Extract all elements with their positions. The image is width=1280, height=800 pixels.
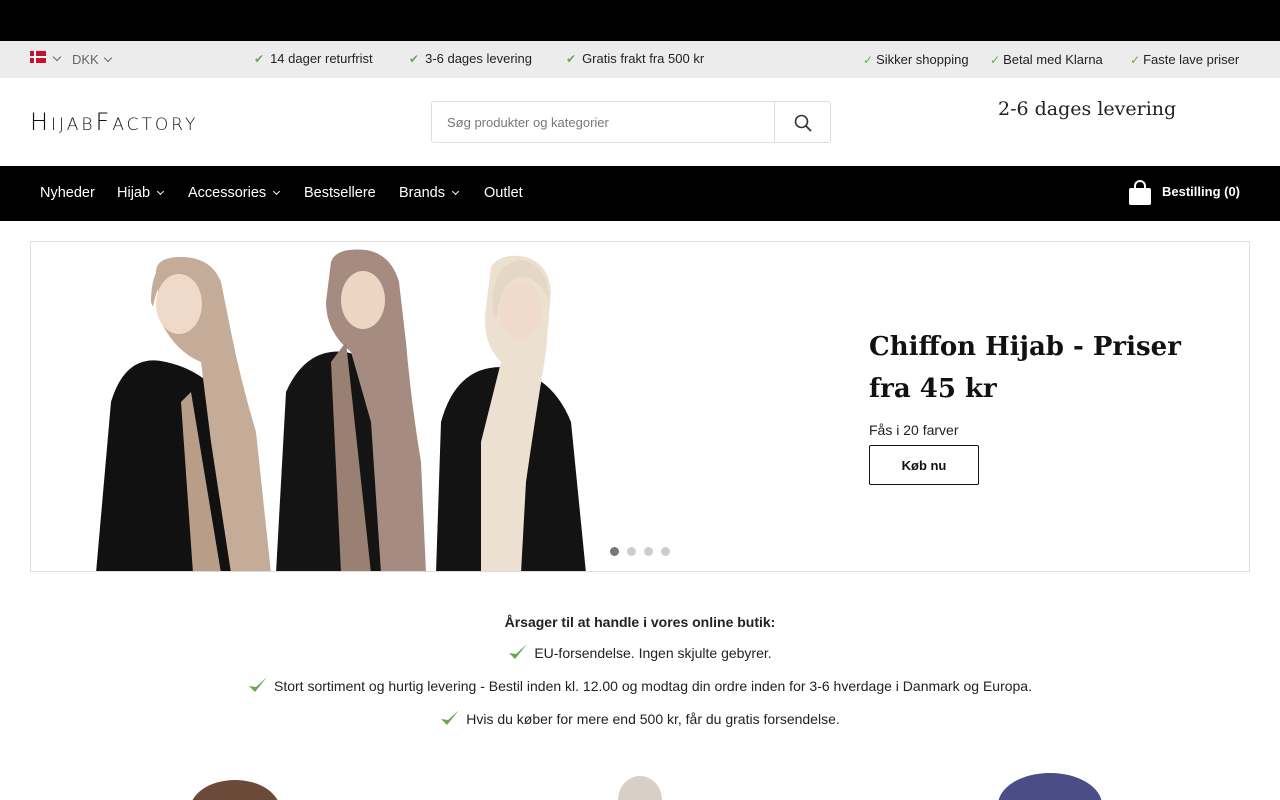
cart-label[interactable]: Bestilling (0) (1162, 184, 1240, 199)
reason-item: Stort sortiment og hurtig levering - Bes… (0, 675, 1280, 708)
check-icon (249, 677, 267, 693)
buy-now-button[interactable]: Køb nu (869, 445, 979, 485)
hero-subtitle: Fås i 20 farver (869, 422, 959, 438)
usp-delivery: ✔ 3-6 dages levering (409, 51, 533, 66)
check-icon: ✓ (1130, 53, 1141, 67)
nav-item-hijab[interactable]: Hijab (117, 185, 165, 201)
site-logo[interactable]: HijabFactory (30, 108, 198, 136)
reason-item: EU-forsendelse. Ingen skjulte gebyrer. (0, 642, 1280, 675)
search-button[interactable] (774, 102, 830, 142)
reason-item: Hvis du køber for mere end 500 kr, får d… (0, 708, 1280, 741)
chevron-down-icon (273, 187, 281, 196)
search-input[interactable] (432, 102, 775, 142)
nav-item-outlet[interactable]: Outlet (484, 185, 523, 201)
logo-text: HijabFactory (30, 108, 199, 136)
usp-klarna: ✓ Betal med Klarna (990, 52, 1103, 67)
search-bar (431, 101, 831, 143)
shopping-bag-icon (1129, 180, 1151, 205)
slider-dot[interactable] (610, 547, 619, 556)
top-black-bar (0, 0, 1280, 41)
check-icon: ✓ (863, 53, 874, 67)
slider-dot[interactable] (661, 547, 670, 556)
usp-low-prices: ✓ Faste lave priser (1130, 52, 1240, 67)
site-header: HijabFactory 2-6 dages levering (0, 78, 1280, 166)
currency-selector[interactable]: DKK (72, 52, 99, 67)
denmark-flag-icon[interactable] (30, 51, 46, 63)
nav-item-nyheder[interactable]: Nyheder (40, 185, 95, 201)
usp-secure-shopping: ✓ Sikker shopping (863, 52, 969, 67)
check-icon (441, 710, 460, 726)
chevron-down-icon[interactable] (103, 53, 113, 63)
hero-title: Chiffon Hijab - Priser fra 45 kr (869, 332, 1181, 404)
nav-item-bestsellere[interactable]: Bestsellere (304, 185, 376, 201)
check-icon: ✔ (566, 52, 577, 66)
check-icon (509, 644, 528, 660)
hero-slider: Chiffon Hijab - Priser fra 45 kr Fås i 2… (30, 241, 1250, 572)
slider-dot[interactable] (627, 547, 636, 556)
check-icon: ✔ (254, 52, 265, 66)
nav-item-brands[interactable]: Brands (399, 185, 459, 201)
reasons-heading: Årsager til at handle i vores online but… (504, 614, 776, 630)
chevron-down-icon (451, 187, 459, 196)
check-icon: ✓ (990, 53, 1001, 67)
product-card-image[interactable] (110, 770, 365, 800)
chevron-down-icon (157, 187, 165, 196)
chevron-down-icon[interactable] (52, 52, 62, 62)
nav-item-accessories[interactable]: Accessories (188, 185, 281, 201)
info-bar: DKK ✔ 14 dager returfrist ✔ 3-6 dages leve… (0, 41, 1280, 78)
product-card-image[interactable] (990, 770, 1120, 800)
delivery-note: 2-6 dages levering (998, 98, 1177, 120)
slider-dot[interactable] (644, 547, 653, 556)
product-card-image[interactable] (600, 770, 770, 800)
reasons-section: Årsager til at handle i vores online but… (0, 612, 1280, 741)
usp-free-shipping: ✔ Gratis frakt fra 500 kr (566, 51, 705, 66)
main-nav: Nyheder Hijab Accessories Bestsellere Br… (0, 166, 1280, 221)
usp-returns: ✔ 14 dager returfrist (254, 51, 373, 66)
hero-image[interactable] (81, 242, 641, 572)
check-icon: ✔ (409, 52, 420, 66)
search-icon (794, 114, 812, 132)
